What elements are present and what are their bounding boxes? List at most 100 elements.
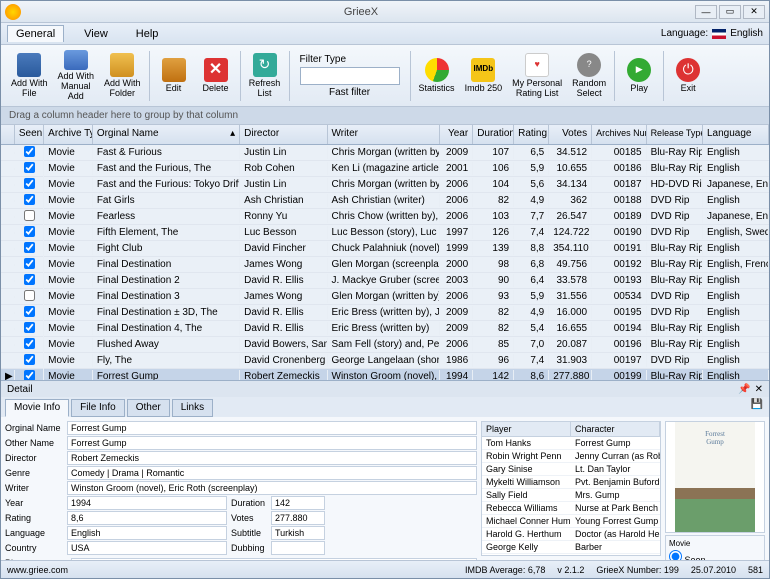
status-url[interactable]: www.griee.com xyxy=(7,565,68,575)
table-row[interactable]: MovieFinal Destination 4, TheDavid R. El… xyxy=(1,321,769,337)
table-row[interactable]: MovieFearlessRonny YuChris Chow (written… xyxy=(1,209,769,225)
table-row[interactable]: MovieFight ClubDavid FincherChuck Palahn… xyxy=(1,241,769,257)
cast-row[interactable]: Tom HanksForrest Gump xyxy=(482,437,660,450)
random-button[interactable]: ?Random Select xyxy=(568,48,610,104)
seen-checkbox[interactable] xyxy=(24,258,35,269)
table-row[interactable]: MovieFast and the Furious: Tokyo Drift, … xyxy=(1,177,769,193)
table-row[interactable]: MovieFinal Destination 3James WongGlen M… xyxy=(1,289,769,305)
col-year[interactable]: Year xyxy=(440,125,473,144)
seen-checkbox[interactable] xyxy=(24,210,35,221)
table-row[interactable]: MovieFinal Destination 2David R. EllisJ.… xyxy=(1,273,769,289)
cast-row[interactable]: Robin Wright PennJenny Curran (as Robin … xyxy=(482,450,660,463)
statistics-button[interactable]: Statistics xyxy=(415,48,459,104)
status-version: v 2.1.2 xyxy=(557,565,584,575)
seen-checkbox[interactable] xyxy=(24,226,35,237)
table-row[interactable]: MovieFly, TheDavid CronenbergGeorge Lang… xyxy=(1,353,769,369)
group-hint[interactable]: Drag a column header here to group by th… xyxy=(1,107,769,125)
table-row[interactable]: ▶MovieForrest GumpRobert ZemeckisWinston… xyxy=(1,369,769,380)
table-row[interactable]: MovieFifth Element, TheLuc BessonLuc Bes… xyxy=(1,225,769,241)
writer-field[interactable]: Winston Groom (novel), Eric Roth (screen… xyxy=(67,481,477,495)
dubbing-field[interactable] xyxy=(271,541,325,555)
seen-checkbox[interactable] xyxy=(24,242,35,253)
col-reltype[interactable]: Release Type xyxy=(647,125,703,144)
cast-row[interactable]: Sally FieldMrs. Gump xyxy=(482,489,660,502)
tab-general[interactable]: General xyxy=(7,25,64,42)
col-name[interactable]: Orginal Name ▴ xyxy=(93,125,240,144)
table-row[interactable]: MovieFat GirlsAsh ChristianAsh Christian… xyxy=(1,193,769,209)
table-row[interactable]: MovieFinal Destination ± 3D, TheDavid R.… xyxy=(1,305,769,321)
status-count: 581 xyxy=(748,565,763,575)
maximize-button[interactable]: ▭ xyxy=(719,5,741,19)
tab-view[interactable]: View xyxy=(76,26,116,42)
duration-field[interactable]: 142 xyxy=(271,496,325,510)
filter-type-label[interactable]: Filter Type xyxy=(300,54,400,65)
director-field[interactable]: Robert Zemeckis xyxy=(67,451,477,465)
cast-row[interactable]: Rebecca WilliamsNurse at Park Bench xyxy=(482,502,660,515)
col-player[interactable]: Player xyxy=(482,422,571,436)
tab-movie-info[interactable]: Movie Info xyxy=(5,399,69,417)
detail-pin-icon[interactable]: 📌 xyxy=(738,384,750,395)
seen-checkbox[interactable] xyxy=(24,290,35,301)
tab-file-info[interactable]: File Info xyxy=(71,399,125,417)
seen-checkbox[interactable] xyxy=(24,370,35,381)
add-manual-button[interactable]: Add With Manual Add xyxy=(54,48,99,104)
table-row[interactable]: MovieFast & FuriousJustin LinChris Morga… xyxy=(1,145,769,161)
seen-checkbox[interactable] xyxy=(24,146,35,157)
close-button[interactable]: ✕ xyxy=(743,5,765,19)
seen-checkbox[interactable] xyxy=(24,354,35,365)
col-seen[interactable]: Seen xyxy=(15,125,44,144)
col-character[interactable]: Character xyxy=(571,422,660,436)
table-row[interactable]: MovieFlushed AwayDavid Bowers, Sam FellS… xyxy=(1,337,769,353)
genre-field[interactable]: Comedy | Drama | Romantic xyxy=(67,466,477,480)
refresh-button[interactable]: ↻Refresh List xyxy=(245,48,285,104)
col-language[interactable]: Language xyxy=(703,125,769,144)
tab-links[interactable]: Links xyxy=(172,399,213,417)
detail-save-icon[interactable]: 💾 xyxy=(751,399,763,417)
exit-button[interactable]: ⏻Exit xyxy=(668,48,708,104)
col-votes[interactable]: Votes xyxy=(549,125,592,144)
orginal-name-field[interactable]: Forrest Gump xyxy=(67,421,477,435)
minimize-button[interactable]: — xyxy=(695,5,717,19)
add-folder-button[interactable]: Add With Folder xyxy=(100,48,145,104)
seen-checkbox[interactable] xyxy=(24,194,35,205)
rating-field[interactable]: 8,6 xyxy=(67,511,227,525)
country-field[interactable]: USA xyxy=(67,541,227,555)
cast-row[interactable]: George KellyBarber xyxy=(482,541,660,554)
cast-row[interactable]: Harold G. HerthumDoctor (as Harold Herth… xyxy=(482,528,660,541)
cast-row[interactable]: Mykelti WilliamsonPvt. Benjamin Buford '… xyxy=(482,476,660,489)
play-button[interactable]: ▶Play xyxy=(619,48,659,104)
votes-field[interactable]: 277.880 xyxy=(271,511,325,525)
toolbar: Add With File Add With Manual Add Add Wi… xyxy=(1,45,769,107)
col-archnum[interactable]: Archives Number xyxy=(592,125,646,144)
seen-checkbox[interactable] xyxy=(24,322,35,333)
imdb250-button[interactable]: IMDbImdb 250 xyxy=(461,48,507,104)
language-value[interactable]: English xyxy=(730,28,763,39)
detail-close-icon[interactable]: ✕ xyxy=(755,384,763,395)
col-director[interactable]: Director xyxy=(240,125,327,144)
col-writer[interactable]: Writer xyxy=(328,125,441,144)
year-field[interactable]: 1994 xyxy=(67,496,227,510)
col-duration[interactable]: Duration xyxy=(473,125,514,144)
table-row[interactable]: MovieFast and the Furious, TheRob CohenK… xyxy=(1,161,769,177)
table-row[interactable]: MovieFinal DestinationJames WongGlen Mor… xyxy=(1,257,769,273)
col-archive[interactable]: Archive Type xyxy=(44,125,93,144)
seen-checkbox[interactable] xyxy=(24,274,35,285)
seen-checkbox[interactable] xyxy=(24,338,35,349)
seen-checkbox[interactable] xyxy=(24,162,35,173)
cast-row[interactable]: Gary SiniseLt. Dan Taylor xyxy=(482,463,660,476)
cast-row[interactable]: Michael Conner HumphreysYoung Forrest Gu… xyxy=(482,515,660,528)
edit-button[interactable]: Edit xyxy=(154,48,194,104)
tab-help[interactable]: Help xyxy=(128,26,167,42)
col-rating[interactable]: Rating xyxy=(514,125,549,144)
subtitle-field[interactable]: Turkish xyxy=(271,526,325,540)
add-with-file-button[interactable]: Add With File xyxy=(7,48,52,104)
delete-button[interactable]: ✕Delete xyxy=(196,48,236,104)
seen-checkbox[interactable] xyxy=(24,178,35,189)
language-field[interactable]: English xyxy=(67,526,227,540)
rating-list-button[interactable]: ♥My Personal Rating List xyxy=(508,48,566,104)
seen-checkbox[interactable] xyxy=(24,306,35,317)
other-name-field[interactable]: Forrest Gump xyxy=(67,436,477,450)
tab-other[interactable]: Other xyxy=(127,399,170,417)
fast-filter-input[interactable] xyxy=(300,67,400,85)
poster[interactable]: ForrestGump xyxy=(665,421,765,533)
